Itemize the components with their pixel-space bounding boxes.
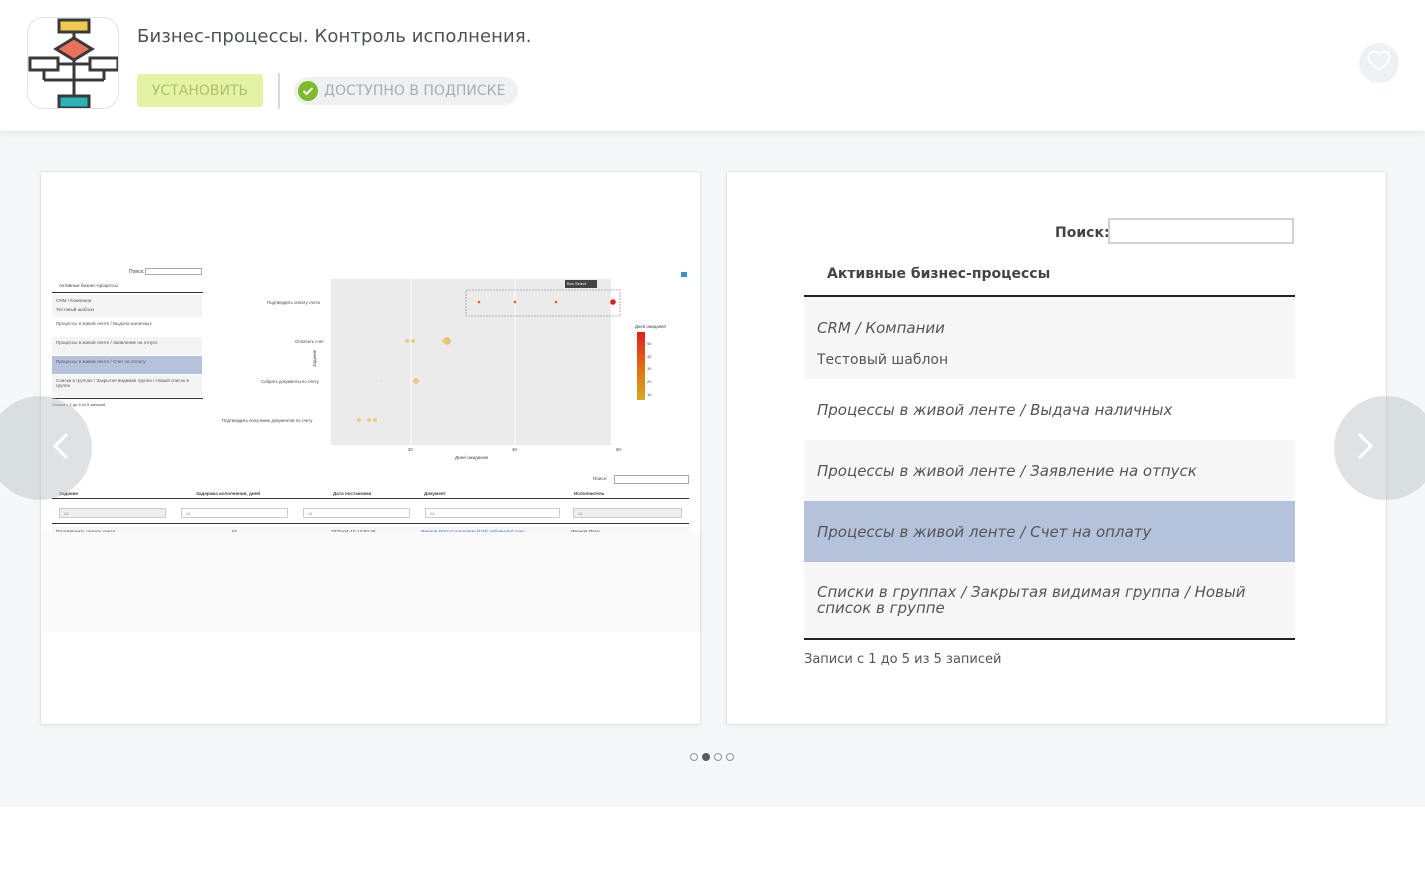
mini-filter-text: All: [578, 511, 583, 516]
list-item-text: Тестовый шаблон: [817, 352, 949, 368]
mini-table-search-label: Поиск:: [593, 476, 608, 481]
mini-col-header: Документ: [424, 491, 446, 496]
pagination-dot[interactable]: [702, 753, 710, 761]
mini-filter-text: All: [186, 511, 191, 516]
mini-table-rule: [52, 523, 689, 524]
flowchart-icon: [27, 17, 119, 109]
favorite-button[interactable]: [1359, 43, 1399, 83]
list-item: Списки в группах / Закрытая видимая груп…: [804, 562, 1295, 638]
mini-filter-text: All: [64, 511, 69, 516]
mini-chart: [357, 272, 687, 445]
mini-y-category: Подтвердить оплату счета: [267, 300, 320, 305]
mini-filter-input: All: [573, 508, 682, 518]
slide-dashboard[interactable]: Поиск: Активные бизнес-процессы CRM / Ко…: [40, 171, 701, 725]
mini-legend-tick: 30: [647, 366, 652, 371]
mini-legend-tick: 10: [647, 392, 652, 397]
search-input: [1108, 218, 1294, 244]
mini-tooltip: Box Select: [567, 281, 587, 286]
mini-col-header: Дата постановки: [333, 491, 372, 496]
mini-col-header: Задержка исполнения, дней: [196, 491, 261, 496]
install-button[interactable]: УСТАНОВИТЬ: [137, 74, 263, 107]
list-item-text: Списки в группах / Закрытая видимая груп…: [817, 583, 1246, 617]
mini-x-tick: 40: [512, 447, 517, 452]
check-circle-icon: [298, 81, 318, 101]
mini-legend-title: Дней ожидания: [635, 324, 666, 329]
mini-y-category: Собрать документы по счету: [261, 379, 319, 384]
mini-filter-input: All: [303, 508, 410, 518]
list-item-text: Процессы в живой ленте / Заявление на от…: [817, 461, 1197, 480]
mini-y-category: Оплатить счет: [295, 339, 324, 344]
chevron-right-icon: [1356, 431, 1374, 466]
list-item-text: Процессы в живой ленте / Счет на оплату: [817, 522, 1152, 541]
mini-table-rule: [52, 498, 689, 499]
process-list-screenshot: Поиск: Активные бизнес-процессы CRM / Ко…: [767, 218, 1346, 679]
mini-filter-text: All: [430, 511, 435, 516]
app-header: Бизнес-процессы. Контроль исполнения. УС…: [0, 0, 1425, 131]
pagination-dot[interactable]: [726, 753, 734, 761]
heart-icon: [1367, 49, 1391, 77]
slide-process-list[interactable]: Поиск: Активные бизнес-процессы CRM / Ко…: [726, 171, 1387, 725]
subscription-badge: ДОСТУПНО В ПОДПИСКЕ: [294, 77, 519, 105]
header-divider: [278, 73, 280, 109]
list-item: Процессы в живой ленте / Заявление на от…: [804, 440, 1295, 501]
mini-legend-tick: 40: [647, 354, 652, 359]
screenshot-gallery: Поиск: Активные бизнес-процессы CRM / Ко…: [0, 131, 1425, 807]
pagination-dot[interactable]: [690, 753, 698, 761]
list-item-text: Процессы в живой ленте / Выдача наличных: [817, 400, 1173, 419]
search-label: Поиск:: [1055, 225, 1110, 241]
mini-x-tick: 60: [616, 447, 621, 452]
list-item-text: CRM / Компании: [817, 319, 945, 337]
list-item: CRM / Компании Тестовый шаблон: [804, 297, 1295, 379]
slide-empty-area: [41, 532, 700, 632]
subscription-label: ДОСТУПНО В ПОДПИСКЕ: [324, 83, 506, 99]
mini-y-category: Подтвердить получение документов по счет…: [222, 418, 313, 423]
mini-col-header: Исполнитель: [574, 491, 605, 496]
mini-x-axis-label: Дней ожидания: [455, 455, 489, 460]
mini-legend-tick: 20: [647, 379, 652, 384]
list-footer: Записи с 1 до 5 из 5 записей: [804, 652, 1002, 667]
list-title: Активные бизнес-процессы: [827, 266, 1051, 282]
mini-y-axis-label: Задание: [312, 349, 318, 368]
mini-x-tick: 20: [408, 447, 413, 452]
mini-filter-text: All: [308, 511, 313, 516]
slide-pagination: [690, 753, 734, 761]
list-item-selected: Процессы в живой ленте / Счет на оплату: [804, 501, 1295, 562]
mini-filter-input: All: [425, 508, 560, 518]
page-title: Бизнес-процессы. Контроль исполнения.: [137, 26, 532, 47]
mini-legend-tick: 50: [647, 341, 652, 346]
chevron-left-icon: [52, 431, 70, 466]
pagination-dot[interactable]: [714, 753, 722, 761]
mini-filter-input: All: [181, 508, 288, 518]
mini-table-search-input: [614, 475, 689, 484]
list-rule-bottom: [804, 638, 1295, 640]
mini-filter-input: All: [59, 508, 166, 518]
list-item: Процессы в живой ленте / Выдача наличных: [804, 379, 1295, 440]
